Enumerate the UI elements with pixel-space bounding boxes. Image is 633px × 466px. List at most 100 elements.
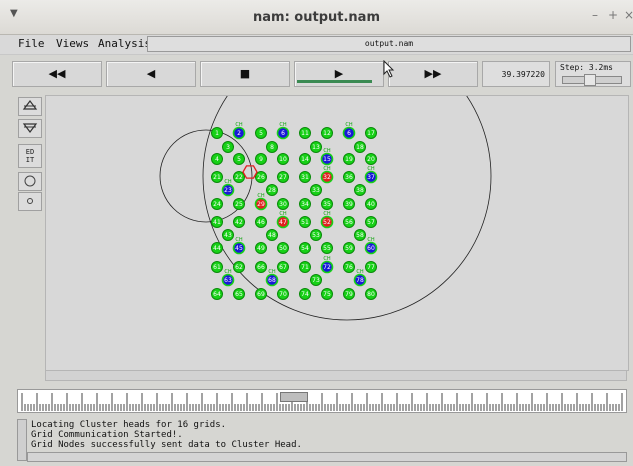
network-node[interactable]: 53	[310, 229, 322, 241]
network-node[interactable]: 58	[354, 229, 366, 241]
network-node[interactable]: 4	[211, 153, 223, 165]
circle-tool-button[interactable]	[18, 172, 42, 191]
network-node[interactable]: 13	[310, 141, 322, 153]
network-node[interactable]: 37 CH	[364, 166, 378, 184]
network-node[interactable]: 47 CH	[276, 211, 290, 229]
network-node[interactable]: 40	[365, 198, 377, 210]
menu-views[interactable]: Views	[56, 37, 89, 50]
network-node[interactable]: 51	[299, 216, 311, 228]
network-node[interactable]: 54	[299, 242, 311, 254]
network-node[interactable]: 24	[211, 198, 223, 210]
network-node[interactable]: 39	[343, 198, 355, 210]
network-node[interactable]: 76	[343, 261, 355, 273]
network-node[interactable]: 36	[343, 171, 355, 183]
network-node[interactable]: 21	[211, 171, 223, 183]
network-node[interactable]: 71	[299, 261, 311, 273]
network-node[interactable]: 15 CH	[320, 148, 334, 166]
network-node[interactable]: 5	[233, 153, 245, 165]
network-node[interactable]: 59	[343, 242, 355, 254]
network-node[interactable]: 5	[255, 127, 267, 139]
step-slider-handle[interactable]	[584, 74, 596, 86]
network-node[interactable]: 63 CH	[221, 269, 235, 287]
network-node[interactable]: 61	[211, 261, 223, 273]
timeline-bar[interactable]	[17, 389, 627, 413]
menu-analysis[interactable]: Analysis	[98, 37, 151, 50]
network-node[interactable]: 28	[266, 184, 278, 196]
network-node[interactable]: 38	[354, 184, 366, 196]
network-node[interactable]: 6 CH	[342, 122, 356, 140]
network-node[interactable]: 67	[277, 261, 289, 273]
network-node[interactable]: 14	[299, 153, 311, 165]
network-node[interactable]: 80	[365, 288, 377, 300]
network-node[interactable]: 73	[310, 274, 322, 286]
network-node[interactable]: 11	[299, 127, 311, 139]
network-node[interactable]: 52 CH	[320, 211, 334, 229]
network-node[interactable]: 43	[222, 229, 234, 241]
network-node[interactable]: 55	[321, 242, 333, 254]
network-node[interactable]: 31	[299, 171, 311, 183]
network-node[interactable]: 62	[233, 261, 245, 273]
network-node[interactable]: 19	[343, 153, 355, 165]
log-vertical-scrollbar[interactable]	[17, 419, 27, 461]
network-node[interactable]: 30	[277, 198, 289, 210]
network-node[interactable]: 64	[211, 288, 223, 300]
network-node[interactable]: 69	[255, 288, 267, 300]
edit-button[interactable]: ED IT	[18, 144, 42, 168]
network-node[interactable]: 68 CH	[265, 269, 279, 287]
network-node[interactable]: 20	[365, 153, 377, 165]
zoom-in-button[interactable]	[18, 97, 42, 116]
network-node[interactable]: 23 CH	[221, 179, 235, 197]
network-node[interactable]: 35	[321, 198, 333, 210]
network-node[interactable]: 72 CH	[320, 256, 334, 274]
stop-button[interactable]: ■	[200, 61, 290, 87]
network-node[interactable]: 49	[255, 242, 267, 254]
menu-file[interactable]: File	[18, 37, 45, 50]
maximize-button[interactable]: +	[608, 8, 618, 22]
network-node[interactable]: 9	[255, 153, 267, 165]
network-node[interactable]: 46	[255, 216, 267, 228]
network-node[interactable]: 12	[321, 127, 333, 139]
network-node[interactable]: 45 CH	[232, 237, 246, 255]
network-node[interactable]: 17	[365, 127, 377, 139]
network-node[interactable]: 77	[365, 261, 377, 273]
network-node[interactable]: 10	[277, 153, 289, 165]
network-node[interactable]: 66	[255, 261, 267, 273]
canvas-horizontal-scrollbar[interactable]	[45, 370, 627, 381]
network-node[interactable]: 6 CH	[276, 122, 290, 140]
minimize-button[interactable]: –	[592, 8, 598, 22]
network-node[interactable]: 2 CH	[232, 122, 246, 140]
network-node[interactable]: 42	[233, 216, 245, 228]
network-node[interactable]: 18	[354, 141, 366, 153]
network-node[interactable]: 1	[211, 127, 223, 139]
network-node[interactable]: 27	[277, 171, 289, 183]
small-circle-tool-button[interactable]	[18, 192, 42, 211]
network-node[interactable]: 29 CH	[254, 193, 268, 211]
network-node[interactable]: 74	[299, 288, 311, 300]
network-node[interactable]: 65	[233, 288, 245, 300]
network-node[interactable]: 8	[266, 141, 278, 153]
network-node[interactable]: 70	[277, 288, 289, 300]
network-node[interactable]: 3	[222, 141, 234, 153]
zoom-out-button[interactable]	[18, 119, 42, 138]
network-node[interactable]: 32 CH	[320, 166, 334, 184]
network-node[interactable]: 33	[310, 184, 322, 196]
step-back-button[interactable]: ◀	[106, 61, 196, 87]
play-button[interactable]: ▶	[294, 61, 384, 87]
network-node[interactable]: 78 CH	[353, 269, 367, 287]
rewind-button[interactable]: ◀◀	[12, 61, 102, 87]
network-node[interactable]: 79	[343, 288, 355, 300]
network-node[interactable]: 44	[211, 242, 223, 254]
timeline-marker[interactable]	[280, 392, 308, 402]
network-node[interactable]: 26	[255, 171, 267, 183]
network-node[interactable]: 41	[211, 216, 223, 228]
network-node[interactable]: 25	[233, 198, 245, 210]
network-node[interactable]: 34	[299, 198, 311, 210]
log-horizontal-scrollbar[interactable]	[27, 452, 627, 462]
fast-forward-button[interactable]: ▶▶	[388, 61, 478, 87]
network-node[interactable]: 48	[266, 229, 278, 241]
close-button[interactable]: ×	[624, 8, 633, 22]
network-node[interactable]: 60 CH	[364, 237, 378, 255]
network-canvas[interactable]: 1 2 CH 5 6 CH 11 12 6 CH 17 3 8 13 18 4 5 9 10 14 15 CH 19 20 21…	[45, 95, 629, 371]
network-node[interactable]: 57	[365, 216, 377, 228]
network-node[interactable]: 22	[233, 171, 245, 183]
